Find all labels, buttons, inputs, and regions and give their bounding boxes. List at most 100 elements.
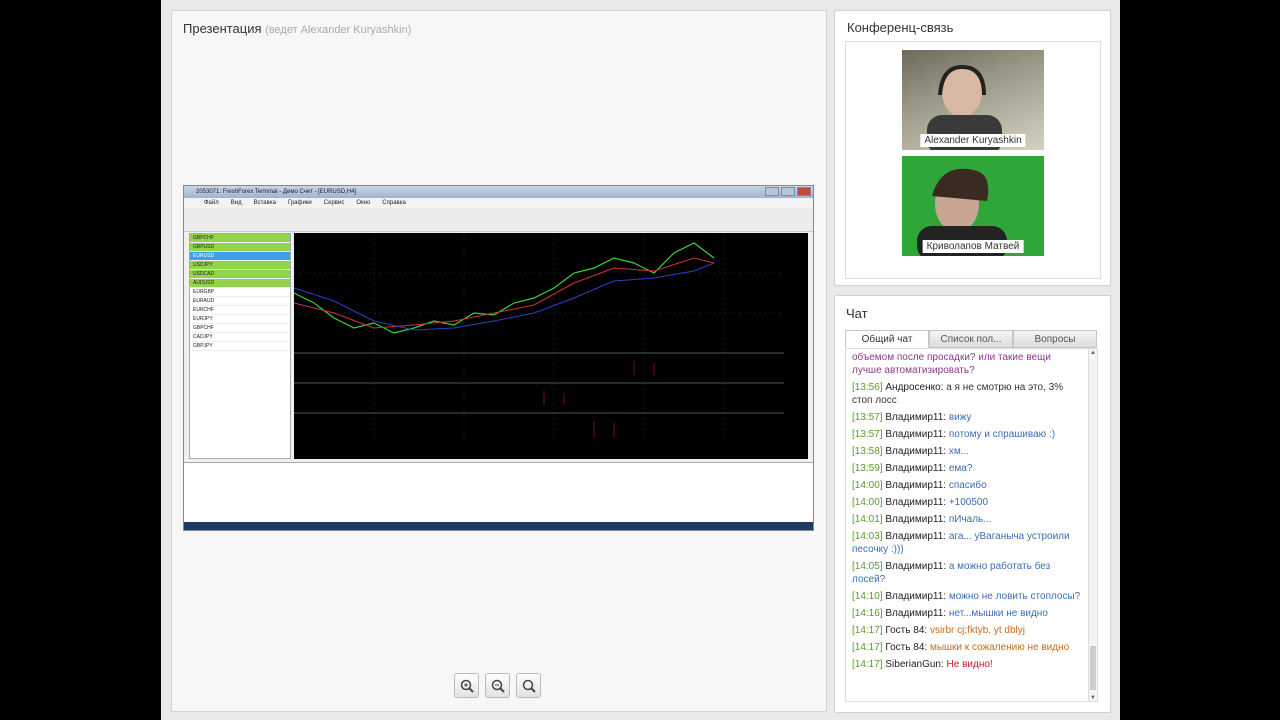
message-time: [14:10] (852, 591, 883, 602)
zoom-out-icon (491, 679, 505, 693)
zoom-in-icon (460, 679, 474, 693)
message-author: Владимир11: (885, 608, 947, 619)
message-author: Владимир11: (885, 480, 947, 491)
message-time: [14:05] (852, 561, 883, 572)
tab-questions[interactable]: Вопросы (1013, 330, 1097, 348)
presentation-host: (ведет Alexander Kuryashkin) (265, 24, 412, 36)
participant-name: Alexander Kuryashkin (920, 134, 1026, 147)
zoom-fit-button[interactable] (516, 673, 541, 698)
presentation-panel: Презентация (ведет Alexander Kuryashkin)… (171, 10, 827, 712)
message-author: Гость 84: (885, 642, 928, 653)
window-buttons (765, 187, 811, 196)
message-author: Владимир11: (885, 531, 947, 542)
tab-user-list[interactable]: Список пол... (929, 330, 1013, 348)
message-text: объемом после просадки? или такие вещи л… (852, 352, 1051, 376)
message-time: [14:01] (852, 514, 883, 525)
chat-message: [13:57] Владимир11: вижу (846, 409, 1097, 426)
message-time: [14:17] (852, 625, 883, 636)
chat-message: [14:00] Владимир11: +100500 (846, 494, 1097, 511)
symbol-row: CADJPY (190, 333, 290, 342)
conference-panel: Конференц-связь Alexander Kuryashkin Кри… (834, 10, 1111, 286)
chat-message: [14:17] Гость 84: vsirbr cj;fktyb, yt db… (846, 622, 1097, 639)
symbol-row: EURCHF (190, 306, 290, 315)
chat-message: [13:59] Владимир11: ема? (846, 460, 1097, 477)
message-text: можно не ловить стоплосы? (948, 591, 1081, 602)
message-time: [14:00] (852, 480, 883, 491)
message-author: Андросенко: (885, 382, 944, 393)
terminal-panel (184, 462, 813, 530)
symbol-row: EURAUD (190, 297, 290, 306)
market-watch: GBPCHF GBPUSD EURUSD USDJPY USDCAD AUDUSD EURG… (189, 233, 291, 459)
message-time: [14:17] (852, 659, 883, 670)
chat-scrollbar[interactable]: ▲ ▼ (1088, 349, 1097, 701)
message-time: [13:59] (852, 463, 883, 474)
message-text: +100500 (948, 497, 989, 508)
minimize-icon (765, 187, 779, 196)
symbol-row: USDJPY (190, 261, 290, 270)
message-time: [14:17] (852, 642, 883, 653)
symbol-row: EURUSD (190, 252, 290, 261)
terminal-titlebar: 2053071: FreshForex Terminal - Демо Счет… (184, 186, 813, 198)
chat-message: [14:10] Владимир11: можно не ловить стоп… (846, 588, 1097, 605)
chat-message: [13:57] Владимир11: потому и спрашиваю :… (846, 426, 1097, 443)
message-author: Владимир11: (885, 591, 947, 602)
scroll-down-icon[interactable]: ▼ (1089, 694, 1097, 701)
presentation-title: Презентация (ведет Alexander Kuryashkin) (183, 21, 411, 36)
zoom-out-button[interactable] (485, 673, 510, 698)
message-text: ема? (948, 463, 973, 474)
message-text: Не видно! (946, 659, 993, 670)
chat-message: [14:05] Владимир11: а можно работать без… (846, 558, 1097, 588)
scroll-up-icon[interactable]: ▲ (1089, 349, 1097, 358)
zoom-fit-icon (522, 679, 536, 693)
message-time: [13:57] (852, 412, 883, 423)
chat-title: Чат (846, 306, 868, 321)
scroll-thumb[interactable] (1090, 646, 1096, 690)
chat-message: [14:16] Владимир11: нет...мышки не видно (846, 605, 1097, 622)
chat-message: [14:01] Владимир11: пИчаль... (846, 511, 1097, 528)
os-taskbar (184, 522, 813, 530)
terminal-menu-item: Вставка (253, 200, 276, 206)
terminal-menu-item: Вид (230, 200, 242, 206)
terminal-menubar: Файл Вид Вставка Графики Сервис Окно Справка (184, 198, 813, 208)
message-time: [13:58] (852, 446, 883, 457)
message-list: объемом после просадки? или такие вещи л… (846, 349, 1097, 673)
message-time: [14:00] (852, 497, 883, 508)
symbol-row: EURGBP (190, 288, 290, 297)
message-time: [13:56] (852, 382, 883, 393)
terminal-menu-item: Сервис (323, 200, 345, 206)
video-tile-host[interactable]: Alexander Kuryashkin (902, 50, 1044, 150)
close-icon (797, 187, 811, 196)
symbol-row: GBPCHF (190, 324, 290, 333)
message-text: мышки к сожалению не видно (929, 642, 1070, 653)
message-time: [14:16] (852, 608, 883, 619)
message-text: пИчаль... (948, 514, 992, 525)
chat-message: объемом после просадки? или такие вещи л… (846, 349, 1097, 379)
message-author: Владимир11: (885, 412, 947, 423)
message-text: нет...мышки не видно (948, 608, 1048, 619)
message-author: Владимир11: (885, 497, 947, 508)
terminal-menu-item: Графики (287, 200, 312, 206)
chat-panel: Чат Общий чат Список пол... Вопросы объе… (834, 295, 1111, 713)
message-text: vsirbr cj;fktyb, yt dblyj (929, 625, 1025, 636)
chat-messages[interactable]: объемом после просадки? или такие вещи л… (845, 348, 1098, 702)
price-chart (293, 233, 808, 459)
symbol-row: EURJPY (190, 315, 290, 324)
presentation-title-text: Презентация (183, 21, 262, 36)
tab-general-chat[interactable]: Общий чат (845, 330, 929, 348)
terminal-menu-item: Окно (356, 200, 371, 206)
chat-message: [14:03] Владимир11: ага... уВаганыча уст… (846, 528, 1097, 558)
participant-name: Криволапов Матвей (922, 240, 1024, 253)
chat-message: [14:00] Владимир11: спасибо (846, 477, 1097, 494)
video-tile-guest[interactable]: Криволапов Матвей (902, 156, 1044, 256)
zoom-in-button[interactable] (454, 673, 479, 698)
symbol-row: AUDUSD (190, 279, 290, 288)
message-author: Владимир11: (885, 429, 947, 440)
message-author: Гость 84: (885, 625, 928, 636)
message-text: спасибо (948, 480, 987, 491)
message-text: а я не смотрю на это, 3% стоп лосс (852, 382, 1064, 406)
message-author: SiberianGun: (885, 659, 944, 670)
message-time: [13:57] (852, 429, 883, 440)
symbol-row: GBPJPY (190, 342, 290, 351)
zoom-controls (454, 673, 541, 698)
symbol-row: GBPCHF (190, 234, 290, 243)
